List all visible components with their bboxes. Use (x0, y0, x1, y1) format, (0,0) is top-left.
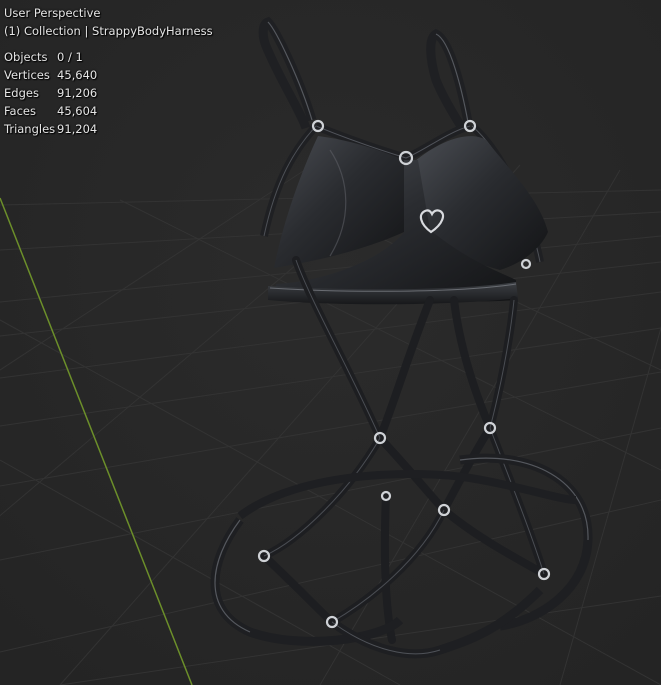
3d-viewport[interactable]: User Perspective (1) Collection | Strapp… (0, 0, 661, 685)
viewport-scene[interactable] (0, 0, 661, 685)
